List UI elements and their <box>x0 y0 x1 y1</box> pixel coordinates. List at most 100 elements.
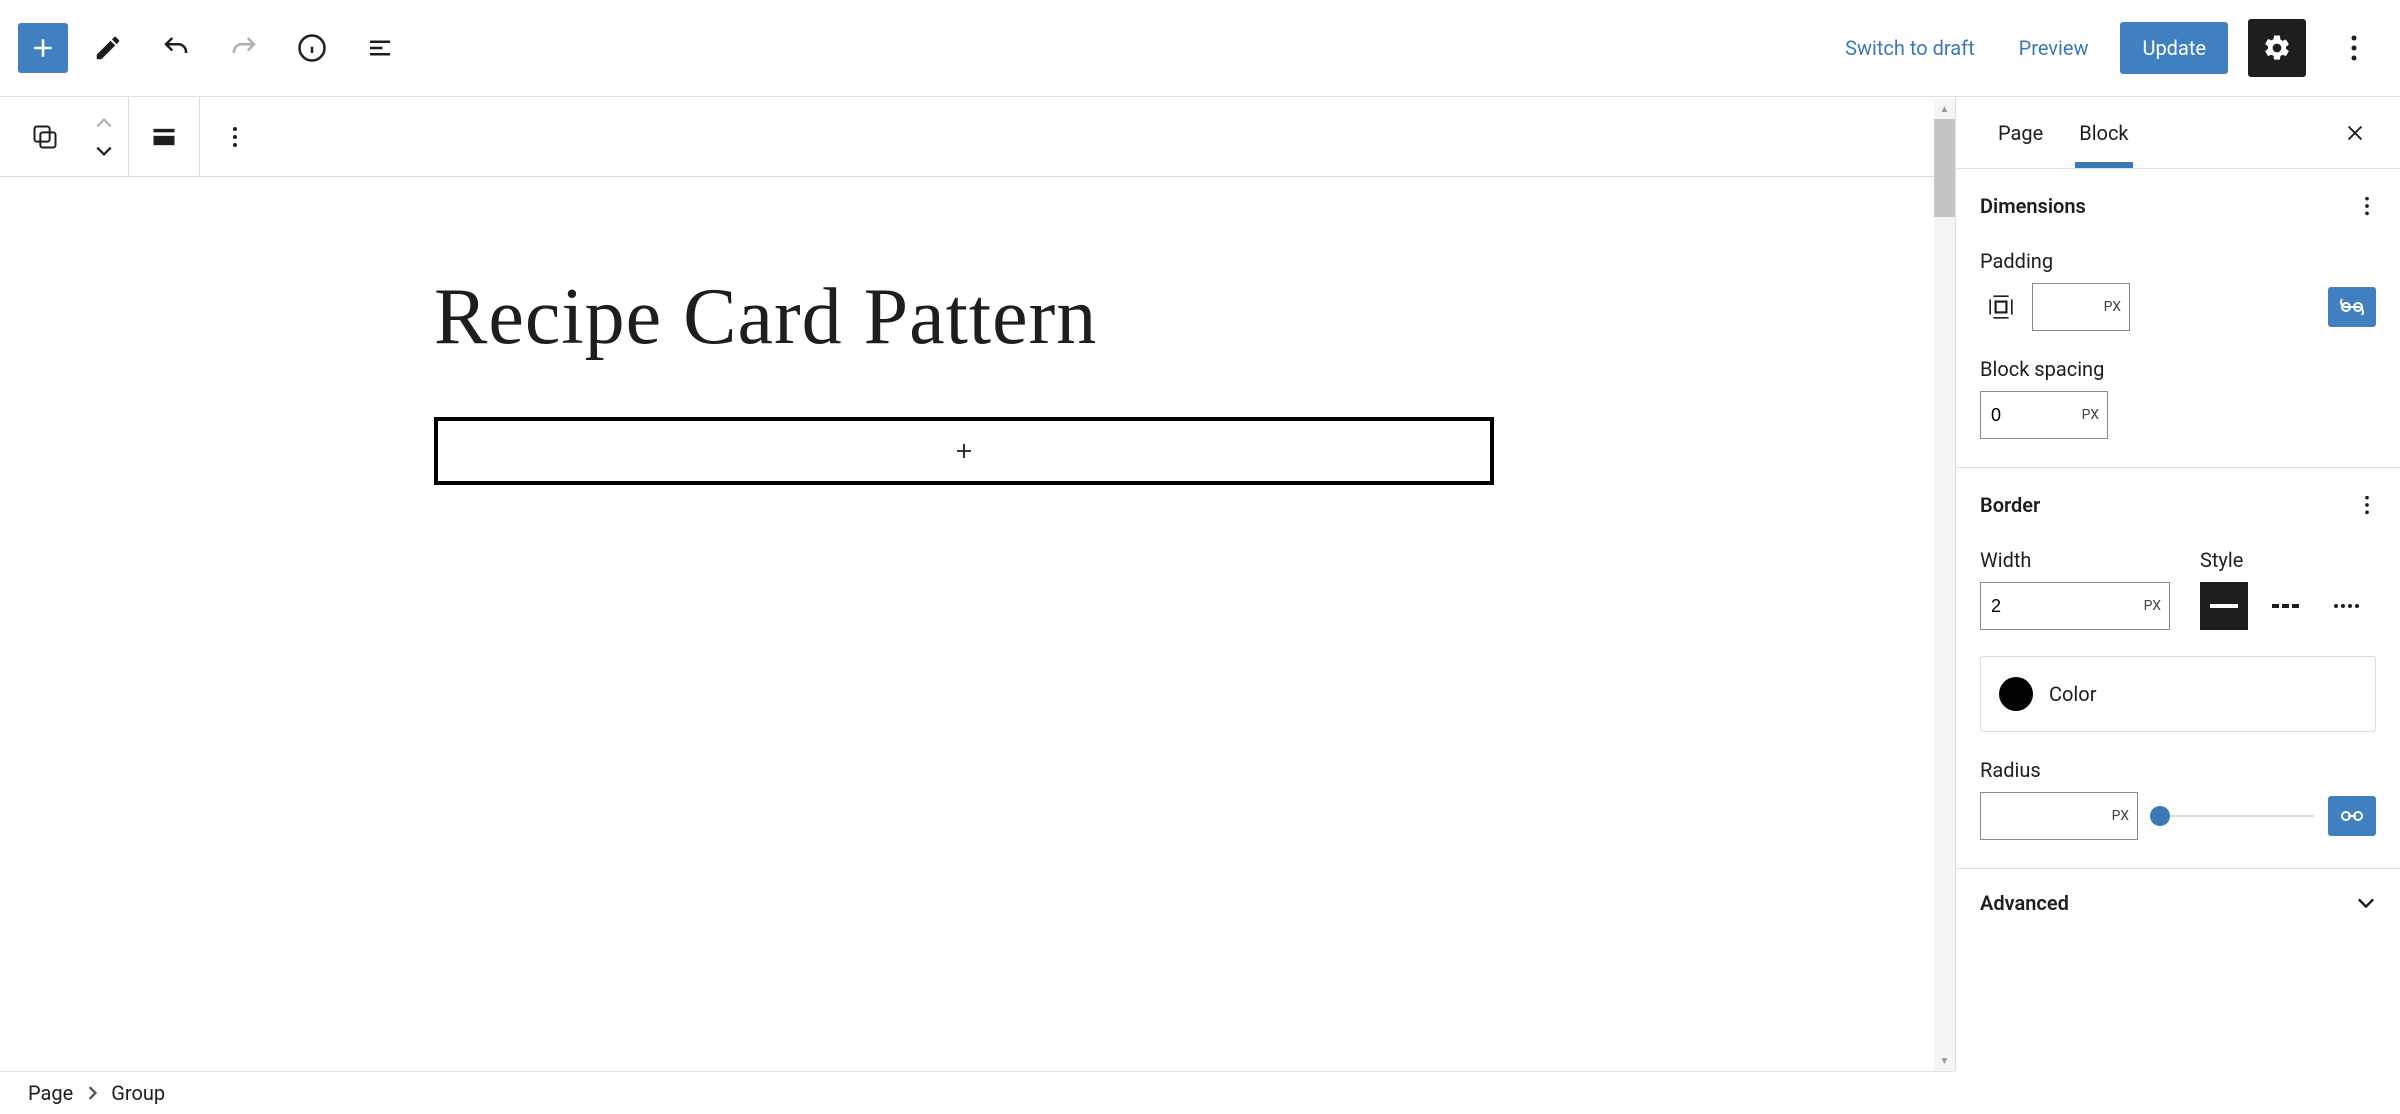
padding-input[interactable] <box>2043 297 2093 318</box>
border-color-button[interactable]: Color <box>1980 656 2376 732</box>
page-title[interactable]: Recipe Card Pattern <box>434 272 1494 363</box>
block-toolbar-group-3 <box>204 97 266 176</box>
border-width-unit[interactable]: PX <box>2144 598 2161 614</box>
padding-controls: PX <box>1980 283 2376 331</box>
border-width-style-row: Width PX Style <box>1980 548 2376 630</box>
group-block-icon <box>31 123 59 151</box>
advanced-title: Advanced <box>1980 891 2069 915</box>
toolbar-divider <box>199 97 200 177</box>
border-style-dotted-button[interactable] <box>2324 582 2372 630</box>
padding-unit[interactable]: PX <box>2104 299 2121 315</box>
group-block[interactable] <box>434 417 1494 485</box>
scroll-down-arrow[interactable]: ▼ <box>1934 1051 1955 1071</box>
padding-input-wrap: PX <box>2032 283 2130 331</box>
top-toolbar: Switch to draft Preview Update <box>0 0 2400 97</box>
breadcrumb-page[interactable]: Page <box>28 1081 73 1105</box>
breadcrumb-group[interactable]: Group <box>111 1081 165 1105</box>
border-style-col: Style <box>2200 548 2376 630</box>
more-options-button[interactable] <box>2326 20 2382 76</box>
tab-page[interactable]: Page <box>1980 99 2061 167</box>
top-toolbar-right: Switch to draft Preview Update <box>1833 19 2382 77</box>
border-more-button[interactable] <box>2358 488 2376 522</box>
align-button[interactable] <box>133 107 195 167</box>
block-more-button[interactable] <box>204 107 266 167</box>
switch-to-draft-button[interactable]: Switch to draft <box>1833 26 1987 70</box>
radius-link-button[interactable] <box>2328 796 2376 836</box>
settings-sidebar: Page Block Dimensions Padding PX <box>1955 97 2400 1071</box>
border-radius-controls: PX <box>1980 792 2376 840</box>
box-sides-icon <box>1988 294 2014 320</box>
block-spacing-input-wrap: PX <box>1980 391 2108 439</box>
update-button[interactable]: Update <box>2120 22 2228 74</box>
pencil-icon <box>93 33 123 63</box>
block-spacing-input[interactable] <box>1991 405 2041 426</box>
close-sidebar-button[interactable] <box>2334 112 2376 154</box>
preview-button[interactable]: Preview <box>2007 26 2101 70</box>
solid-line-icon <box>2210 604 2238 608</box>
list-icon <box>365 33 395 63</box>
tab-block[interactable]: Block <box>2061 99 2146 167</box>
editor-canvas[interactable]: Recipe Card Pattern <box>0 177 1955 1071</box>
info-icon <box>297 33 327 63</box>
border-radius-slider[interactable] <box>2152 806 2314 826</box>
canvas-content: Recipe Card Pattern <box>434 272 1494 485</box>
border-style-solid-button[interactable] <box>2200 582 2248 630</box>
move-up-button[interactable] <box>84 109 124 137</box>
more-vertical-icon <box>2364 494 2370 516</box>
padding-sides-button[interactable] <box>1980 286 2022 328</box>
toolbar-divider <box>128 97 129 177</box>
breadcrumb: Page Group <box>0 1071 1955 1114</box>
border-color-label: Color <box>2049 682 2096 706</box>
more-vertical-icon <box>232 125 238 149</box>
block-toolbar-group-1 <box>14 97 124 176</box>
padding-link-button[interactable] <box>2328 287 2376 327</box>
border-title: Border <box>1980 493 2040 517</box>
dimensions-more-button[interactable] <box>2358 189 2376 223</box>
info-button[interactable] <box>284 20 340 76</box>
redo-button[interactable] <box>216 20 272 76</box>
redo-icon <box>229 33 259 63</box>
color-swatch <box>1999 677 2033 711</box>
plus-icon <box>952 439 976 463</box>
dashed-line-icon <box>2272 604 2300 608</box>
block-spacing-label: Block spacing <box>1980 357 2376 381</box>
canvas-scrollbar[interactable]: ▲ ▼ <box>1934 99 1955 1071</box>
dimensions-panel: Dimensions Padding PX Block spacing PX <box>1956 169 2400 468</box>
block-spacing-unit[interactable]: PX <box>2082 407 2099 423</box>
block-type-button[interactable] <box>14 107 76 167</box>
top-toolbar-left <box>18 20 408 76</box>
dotted-line-icon <box>2334 604 2362 608</box>
advanced-panel-header[interactable]: Advanced <box>1956 869 2400 937</box>
undo-button[interactable] <box>148 20 204 76</box>
slider-thumb[interactable] <box>2150 806 2170 826</box>
outline-button[interactable] <box>352 20 408 76</box>
add-block-button[interactable] <box>18 23 68 73</box>
border-radius-label: Radius <box>1980 758 2376 782</box>
block-toolbar-group-2 <box>133 97 195 176</box>
more-vertical-icon <box>2350 33 2358 63</box>
sidebar-tabs: Page Block <box>1956 97 2400 169</box>
dimensions-title: Dimensions <box>1980 194 2086 218</box>
border-radius-input[interactable] <box>1989 806 2087 827</box>
align-icon <box>150 123 178 151</box>
border-width-input[interactable] <box>1991 596 2131 617</box>
chevron-right-icon <box>87 1086 97 1100</box>
border-style-buttons <box>2200 582 2376 630</box>
gear-icon <box>2262 33 2292 63</box>
block-toolbar <box>0 97 1955 177</box>
border-radius-unit[interactable]: PX <box>2112 808 2129 824</box>
link-icon <box>2340 809 2364 823</box>
undo-icon <box>161 33 191 63</box>
dimensions-panel-header: Dimensions <box>1980 189 2376 223</box>
scroll-thumb[interactable] <box>1934 119 1955 217</box>
border-width-input-wrap: PX <box>1980 582 2170 630</box>
breadcrumb-separator <box>87 1086 97 1100</box>
move-down-button[interactable] <box>84 137 124 165</box>
border-style-dashed-button[interactable] <box>2262 582 2310 630</box>
chevron-up-icon <box>95 117 113 129</box>
link-icon <box>2340 299 2364 315</box>
edit-mode-button[interactable] <box>80 20 136 76</box>
scroll-up-arrow[interactable]: ▲ <box>1934 99 1955 119</box>
settings-toggle-button[interactable] <box>2248 19 2306 77</box>
border-width-label: Width <box>1980 548 2170 572</box>
